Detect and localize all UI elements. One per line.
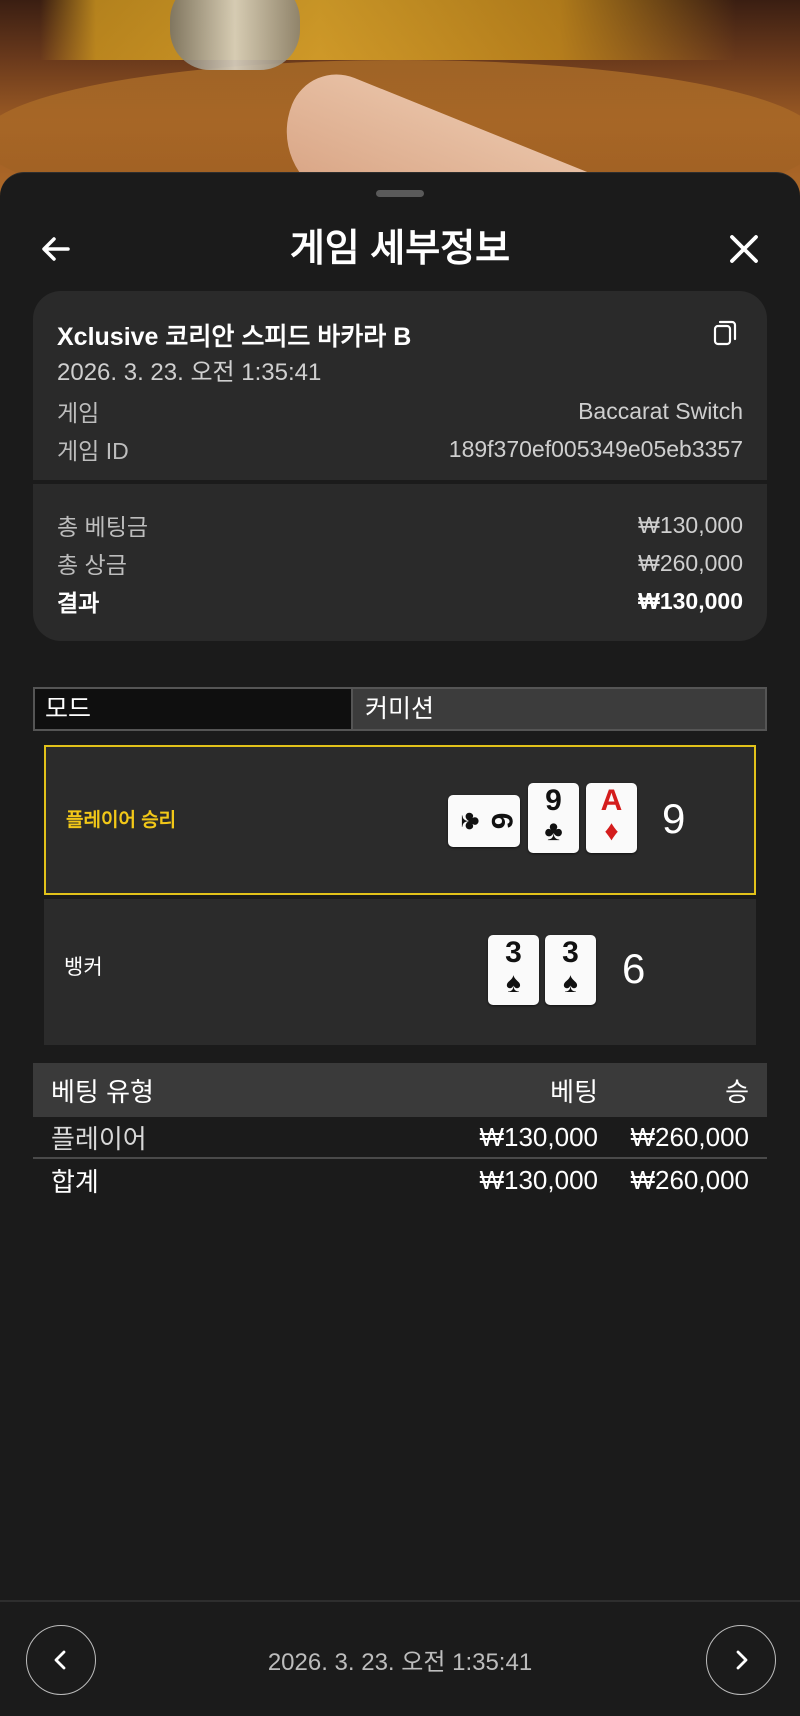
player-hand: 플레이어 승리 6 ♣ 9 ♣ A ♦ 9 — [44, 745, 756, 895]
player-card-3-suit: ♦ — [604, 815, 619, 846]
game-id-label: 게임 ID — [57, 438, 129, 464]
mode-value: 커미션 — [353, 689, 765, 729]
player-card-3: A ♦ — [586, 783, 637, 853]
copy-icon — [713, 320, 737, 346]
total-bet: ₩130,000 — [479, 1164, 598, 1195]
chevron-right-icon — [736, 1650, 748, 1670]
table-row: 플레이어 ₩130,000 ₩260,000 — [33, 1117, 767, 1159]
card-divider — [33, 480, 767, 484]
back-arrow-icon — [42, 237, 70, 261]
game-row: 게임 Baccarat Switch — [57, 395, 743, 427]
close-icon — [730, 235, 758, 263]
dealer-chair — [170, 0, 300, 70]
result-value: ₩130,000 — [638, 587, 743, 614]
header-win: 승 — [725, 1076, 749, 1107]
total-bet-row: 총 베팅금 ₩130,000 — [57, 509, 743, 541]
bet-table-header: 베팅 유형 베팅 승 — [33, 1063, 767, 1117]
copy-button[interactable] — [709, 317, 741, 349]
total-win-label: 총 상금 — [57, 552, 127, 578]
game-details-sheet: 게임 세부정보 Xclusive 코리안 스피드 바카라 B 2026. 3. … — [0, 172, 800, 1716]
total-label: 합계 — [51, 1166, 99, 1197]
row-win: ₩260,000 — [630, 1121, 749, 1152]
row-bet: ₩130,000 — [479, 1121, 598, 1152]
banker-score: 6 — [622, 945, 646, 992]
player-card-1-rank: 6 — [485, 812, 518, 830]
total-win-row: 총 상금 ₩260,000 — [57, 547, 743, 579]
footer-datetime: 2026. 3. 23. 오전 1:35:41 — [267, 1649, 533, 1676]
banker-hand-label: 뱅커 — [64, 956, 103, 979]
banker-card-2: 3 ♠ — [545, 935, 596, 1005]
row-bet-type: 플레이어 — [51, 1123, 147, 1154]
live-video-background — [0, 0, 800, 200]
sheet-header: 게임 세부정보 — [0, 213, 800, 293]
player-card-1-suit: ♣ — [456, 811, 487, 831]
result-label: 결과 — [57, 590, 100, 616]
game-label: 게임 — [57, 400, 100, 426]
player-card-3-rank: A — [600, 784, 623, 817]
close-button[interactable] — [718, 223, 770, 275]
game-name: Xclusive 코리안 스피드 바카라 B — [57, 323, 412, 351]
player-card-1: 6 ♣ — [448, 795, 520, 847]
player-score: 9 — [662, 795, 686, 842]
next-game-button[interactable] — [706, 1625, 776, 1695]
result-row: 결과 ₩130,000 — [57, 585, 743, 617]
total-row: 합계 ₩130,000 ₩260,000 — [33, 1159, 767, 1201]
banker-card-1-rank: 3 — [505, 936, 522, 969]
sheet-grabber[interactable] — [376, 190, 424, 197]
banker-card-1-suit: ♠ — [506, 967, 521, 998]
page-title: 게임 세부정보 — [289, 228, 511, 270]
game-id-value: 189f370ef005349e05eb3357 — [448, 435, 743, 462]
player-card-2-suit: ♣ — [544, 815, 563, 846]
banker-card-2-suit: ♠ — [563, 967, 578, 998]
game-info-section: Xclusive 코리안 스피드 바카라 B 2026. 3. 23. 오전 1… — [33, 291, 767, 481]
banker-hand: 뱅커 3 ♠ 3 ♠ 6 — [44, 899, 756, 1045]
mode-label: 모드 — [35, 689, 353, 729]
game-value: Baccarat Switch — [578, 397, 743, 424]
total-bet-label: 총 베팅금 — [57, 514, 149, 540]
back-button[interactable] — [30, 223, 82, 275]
banker-card-1: 3 ♠ — [488, 935, 539, 1005]
game-id-row: 게임 ID 189f370ef005349e05eb3357 — [57, 433, 743, 465]
footer-nav: 2026. 3. 23. 오전 1:35:41 — [0, 1600, 800, 1716]
game-info-card: Xclusive 코리안 스피드 바카라 B 2026. 3. 23. 오전 1… — [33, 291, 767, 641]
player-hand-label: 플레이어 승리 — [66, 810, 177, 831]
game-datetime: 2026. 3. 23. 오전 1:35:41 — [57, 359, 322, 386]
player-card-2-rank: 9 — [545, 784, 562, 817]
total-win-value: ₩260,000 — [638, 549, 743, 576]
player-card-2: 9 ♣ — [528, 783, 579, 853]
header-bet-type: 베팅 유형 — [51, 1076, 154, 1107]
total-bet-value: ₩130,000 — [638, 511, 743, 538]
mode-bar: 모드 커미션 — [33, 687, 767, 731]
bet-table: 베팅 유형 베팅 승 플레이어 ₩130,000 ₩260,000 합계 ₩13… — [33, 1063, 767, 1201]
dealer-shirt — [0, 0, 800, 60]
header-bet: 베팅 — [550, 1076, 598, 1107]
banker-card-2-rank: 3 — [562, 936, 579, 969]
total-win: ₩260,000 — [630, 1164, 749, 1195]
